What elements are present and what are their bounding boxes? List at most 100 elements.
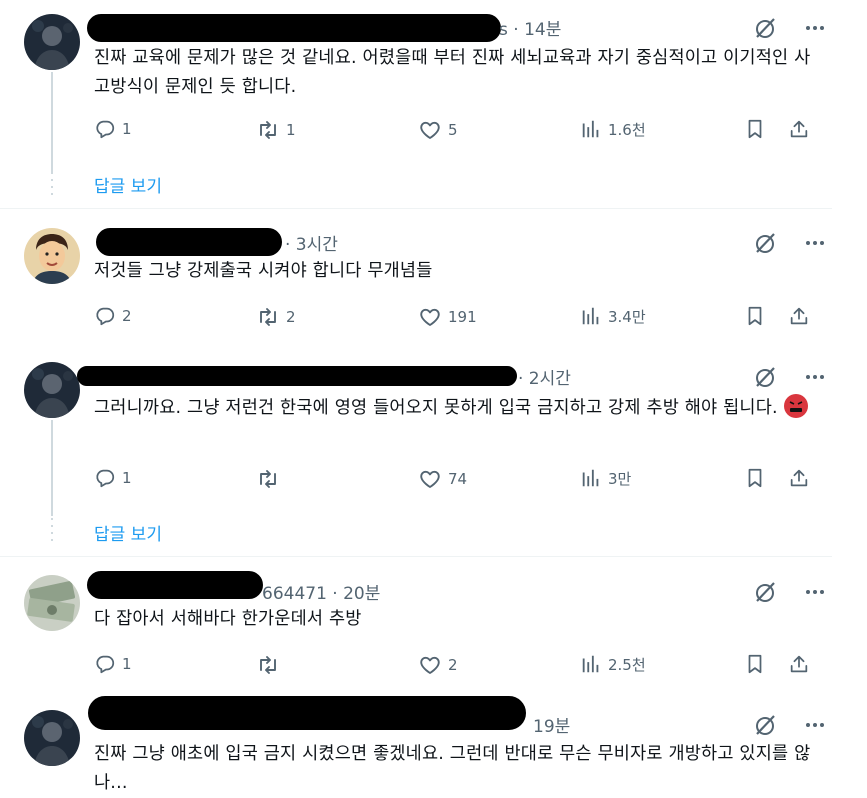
view-count: 1.6천 [608, 120, 646, 139]
repost-button[interactable] [256, 467, 286, 491]
avatar-dark-figure[interactable] [24, 710, 80, 766]
avatar-dark-figure[interactable] [24, 362, 80, 418]
reply-count: 2 [122, 307, 132, 325]
post-text: 그러니까요. 그냥 저런건 한국에 영영 들어오지 못하게 입국 금지하고 강제… [94, 394, 814, 423]
avatar-cartoon-man[interactable] [24, 228, 80, 284]
post-meta: s · 14분 [499, 20, 562, 40]
views-bars-icon [580, 653, 602, 675]
repost-arrows-icon [256, 467, 280, 491]
share-upload-icon [788, 118, 810, 140]
reply-bubble-icon [94, 653, 116, 675]
post-meta: · 3시간 [285, 235, 338, 255]
post-text: 진짜 교육에 문제가 많은 것 같네요. 어렸을때 부터 진짜 세뇌교육과 자기… [94, 48, 811, 97]
view-count: 3.4만 [608, 307, 646, 326]
post-text-content: 그러니까요. 그냥 저런건 한국에 영영 들어오지 못하게 입국 금지하고 강제… [94, 398, 778, 418]
reply-post[interactable]: · 2시간 그러니까요. 그냥 저런건 한국에 영영 들어오지 못하게 입국 금… [0, 350, 867, 556]
post-meta: 664471 · 20분 [262, 584, 381, 604]
like-count: 191 [448, 308, 477, 326]
grok-slash-circle-icon[interactable] [753, 365, 777, 389]
bookmark-button[interactable] [744, 653, 766, 675]
avatar-money-stack[interactable] [24, 575, 80, 631]
views-bars-icon [580, 467, 602, 489]
like-button[interactable]: 74 [418, 467, 467, 491]
heart-icon [418, 118, 442, 142]
views-button[interactable]: 3만 [580, 467, 631, 489]
redacted-username [96, 228, 282, 256]
post-text: 저것들 그냥 강제출국 시켜야 합니다 무개념들 [94, 261, 433, 281]
thread-line [51, 420, 53, 516]
like-count: 5 [448, 121, 458, 139]
bookmark-button[interactable] [744, 118, 766, 140]
redacted-username [87, 14, 501, 42]
grok-slash-circle-icon[interactable] [753, 713, 777, 737]
reply-button[interactable]: 1 [94, 467, 132, 489]
heart-icon [418, 305, 442, 329]
reply-post[interactable]: s · 14분 진짜 교육에 문제가 많은 것 같네요. 어렸을때 부터 진짜 … [0, 0, 867, 208]
angry-face-symbols-emoji [783, 394, 808, 418]
reply-bubble-icon [94, 305, 116, 327]
repost-arrows-icon [256, 653, 280, 677]
reply-post[interactable]: 19분 진짜 그냥 애초에 입국 금지 시켰으면 좋겠네요. 그런데 반대로 무… [0, 696, 867, 798]
repost-arrows-icon [256, 305, 280, 329]
views-bars-icon [580, 118, 602, 140]
bookmark-button[interactable] [744, 467, 766, 489]
share-button[interactable] [788, 467, 810, 489]
views-button[interactable]: 2.5천 [580, 653, 646, 675]
post-meta: 19분 [533, 717, 571, 737]
like-count: 74 [448, 470, 468, 488]
bookmark-icon [744, 467, 766, 489]
share-button[interactable] [788, 305, 810, 327]
reply-button[interactable]: 1 [94, 118, 132, 140]
like-button[interactable]: 2 [418, 653, 458, 677]
reply-bubble-icon [94, 467, 116, 489]
like-button[interactable]: 5 [418, 118, 458, 142]
grok-slash-circle-icon[interactable] [753, 16, 777, 40]
show-replies-link[interactable]: 답글 보기 [94, 172, 162, 197]
post-text: 다 잡아서 서해바다 한가운데서 추방 [94, 609, 362, 629]
share-button[interactable] [788, 118, 810, 140]
views-button[interactable]: 1.6천 [580, 118, 646, 140]
like-count: 2 [448, 656, 458, 674]
bookmark-button[interactable] [744, 305, 766, 327]
repost-button[interactable] [256, 653, 286, 677]
reply-button[interactable]: 1 [94, 653, 132, 675]
heart-icon [418, 467, 442, 491]
more-dots-icon[interactable] [803, 231, 827, 255]
views-button[interactable]: 3.4만 [580, 305, 646, 327]
redacted-username [87, 571, 263, 599]
thread-line [51, 72, 53, 172]
repost-button[interactable]: 1 [256, 118, 296, 142]
repost-count: 1 [286, 121, 296, 139]
post-meta: · 2시간 [518, 369, 571, 389]
share-upload-icon [788, 305, 810, 327]
repost-count: 2 [286, 308, 296, 326]
reply-bubble-icon [94, 118, 116, 140]
grok-slash-circle-icon[interactable] [753, 231, 777, 255]
show-replies-link[interactable]: 답글 보기 [94, 520, 162, 545]
redacted-username [77, 366, 517, 386]
view-count: 2.5천 [608, 655, 646, 674]
thread-dots [51, 518, 53, 546]
bookmark-icon [744, 118, 766, 140]
reply-count: 1 [122, 120, 132, 138]
reply-count: 1 [122, 655, 132, 673]
post-text: 진짜 그냥 애초에 입국 금지 시켰으면 좋겠네요. 그런데 반대로 무슨 무비… [94, 744, 811, 793]
redacted-username [88, 696, 526, 730]
reply-post[interactable]: · 3시간 저것들 그냥 강제출국 시켜야 합니다 무개념들 2 2 191 3… [0, 209, 867, 349]
avatar-dark-figure[interactable] [24, 14, 80, 70]
more-dots-icon[interactable] [803, 580, 827, 604]
view-count: 3만 [608, 469, 632, 488]
share-upload-icon [788, 653, 810, 675]
reply-button[interactable]: 2 [94, 305, 132, 327]
more-dots-icon[interactable] [803, 365, 827, 389]
share-button[interactable] [788, 653, 810, 675]
reply-post[interactable]: 664471 · 20분 다 잡아서 서해바다 한가운데서 추방 1 2 2.5… [0, 557, 867, 695]
more-dots-icon[interactable] [803, 713, 827, 737]
heart-icon [418, 653, 442, 677]
bookmark-icon [744, 305, 766, 327]
like-button[interactable]: 191 [418, 305, 477, 329]
reply-count: 1 [122, 469, 132, 487]
grok-slash-circle-icon[interactable] [753, 580, 777, 604]
repost-button[interactable]: 2 [256, 305, 296, 329]
more-dots-icon[interactable] [803, 16, 827, 40]
